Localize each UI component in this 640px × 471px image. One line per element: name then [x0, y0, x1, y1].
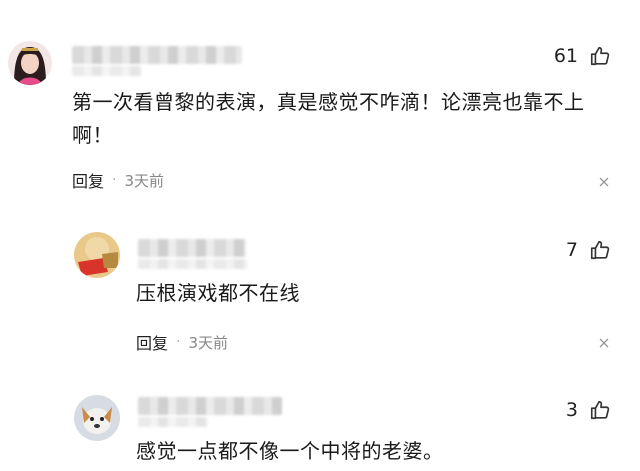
username-redacted-shadow	[72, 66, 142, 76]
thumbs-up-icon[interactable]	[589, 399, 611, 421]
close-icon[interactable]	[598, 337, 610, 349]
thumbs-up-icon[interactable]	[589, 45, 611, 67]
comment-text-line: 第一次看曾黎的表演，真是感觉不咋滴！论漂亮也靠不上	[72, 90, 585, 114]
username-redacted	[138, 397, 282, 415]
comment-item: 3 感觉一点都不像一个中将的老婆。	[0, 375, 640, 471]
comment-meta: 回复 · 3天前	[136, 330, 228, 354]
comment-text: 压根演戏都不在线	[136, 281, 300, 305]
timestamp: 3天前	[188, 333, 229, 352]
avatar[interactable]	[74, 395, 120, 441]
comment-text-line: 啊！	[72, 123, 113, 147]
avatar[interactable]	[74, 232, 120, 278]
avatar[interactable]	[8, 41, 52, 85]
close-icon[interactable]	[598, 176, 610, 188]
reply-button[interactable]: 回复	[72, 168, 104, 192]
comment-text: 感觉一点都不像一个中将的老婆。	[136, 439, 444, 463]
thumbs-up-icon[interactable]	[589, 239, 611, 261]
like-count: 61	[553, 45, 578, 67]
comment-item: 61 第一次看曾黎的表演，真是感觉不咋滴！论漂亮也靠不上 啊！ 回复 · 3天前	[0, 0, 640, 215]
comment-item: 7 压根演戏都不在线 回复 · 3天前	[0, 215, 640, 375]
meta-separator: ·	[176, 334, 181, 350]
comment-meta: 回复 · 3天前	[72, 168, 164, 192]
username-redacted	[138, 239, 246, 257]
comment-text: 第一次看曾黎的表演，真是感觉不咋滴！论漂亮也靠不上 啊！	[72, 86, 632, 152]
reply-button[interactable]: 回复	[136, 330, 168, 354]
like-count: 7	[565, 239, 578, 261]
meta-separator: ·	[112, 172, 117, 188]
like-count: 3	[565, 399, 578, 421]
username-redacted	[72, 46, 242, 64]
username-redacted-shadow	[138, 417, 208, 427]
username-redacted-shadow	[138, 259, 248, 269]
timestamp: 3天前	[124, 171, 165, 190]
